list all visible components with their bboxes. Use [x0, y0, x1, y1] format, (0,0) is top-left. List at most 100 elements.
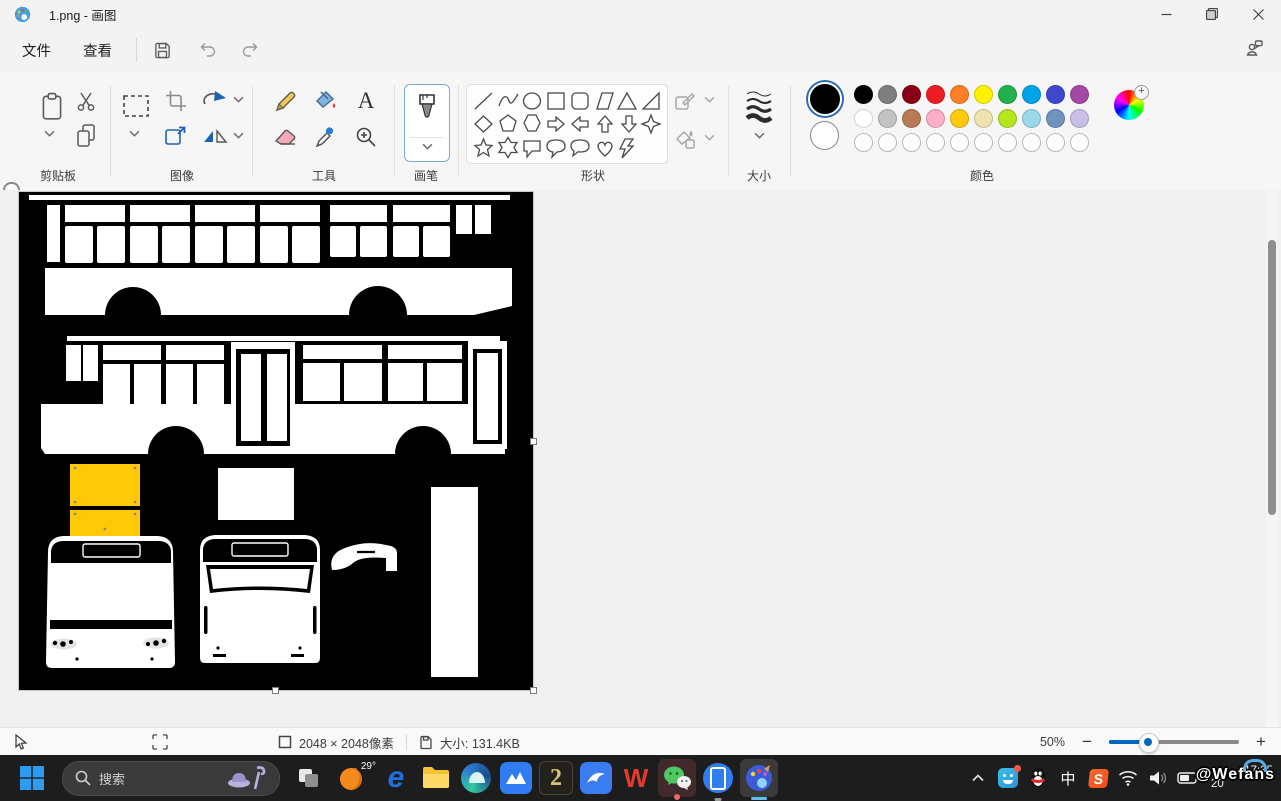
shape-outline-button[interactable]: [672, 88, 698, 114]
palette-color-swatch[interactable]: [950, 109, 969, 128]
tray-qq[interactable]: [1025, 763, 1051, 793]
eraser-tool[interactable]: [270, 122, 302, 152]
palette-empty-slot[interactable]: [1046, 133, 1065, 152]
edit-colors-button[interactable]: +: [1114, 90, 1144, 120]
select-button[interactable]: [118, 90, 154, 122]
palette-empty-slot[interactable]: [902, 133, 921, 152]
shape-outline-dropdown[interactable]: [704, 96, 715, 103]
resize-button[interactable]: [160, 120, 192, 152]
vertical-scrollbar-thumb[interactable]: [1268, 240, 1276, 515]
tray-wifi[interactable]: [1115, 763, 1141, 793]
color2-swatch[interactable]: [810, 121, 839, 150]
taskbar-app-xunlei[interactable]: [576, 758, 616, 798]
cut-button[interactable]: [70, 86, 102, 116]
taskbar-app-mountain[interactable]: [496, 758, 536, 798]
zoom-slider[interactable]: [1109, 740, 1239, 744]
shape-fill-dropdown[interactable]: [704, 134, 715, 141]
color1-swatch-selected[interactable]: [808, 82, 842, 116]
feedback-button[interactable]: [1237, 33, 1271, 63]
vertical-scrollbar[interactable]: [1266, 190, 1278, 727]
palette-color-swatch[interactable]: [950, 85, 969, 104]
save-button[interactable]: [145, 35, 179, 65]
paste-button[interactable]: [34, 88, 70, 126]
palette-color-swatch[interactable]: [1046, 109, 1065, 128]
size-dropdown[interactable]: [754, 132, 765, 139]
canvas-resize-handle-right[interactable]: [530, 438, 537, 445]
crop-button[interactable]: [160, 86, 192, 116]
palette-empty-slot[interactable]: [878, 133, 897, 152]
flip-button[interactable]: [200, 122, 230, 152]
tray-sogou[interactable]: S: [1085, 763, 1111, 793]
palette-color-swatch[interactable]: [854, 85, 873, 104]
taskbar-app-edge[interactable]: [456, 758, 496, 798]
rotate-dropdown[interactable]: [233, 96, 244, 103]
palette-color-swatch[interactable]: [1022, 85, 1041, 104]
palette-color-swatch[interactable]: [854, 109, 873, 128]
widgets-weather-button[interactable]: 29°: [328, 758, 376, 798]
zoom-out-button[interactable]: −: [1079, 732, 1095, 752]
palette-color-swatch[interactable]: [878, 109, 897, 128]
restore-button[interactable]: [1189, 0, 1235, 28]
palette-color-swatch[interactable]: [1022, 109, 1041, 128]
rotate-button[interactable]: [200, 86, 230, 116]
palette-color-swatch[interactable]: [926, 109, 945, 128]
brush-button-selected[interactable]: [404, 84, 450, 162]
zoom-in-button[interactable]: +: [1253, 732, 1269, 752]
tray-volume[interactable]: [1145, 763, 1171, 793]
palette-color-swatch[interactable]: [878, 85, 897, 104]
palette-color-swatch[interactable]: [1070, 85, 1089, 104]
paste-dropdown[interactable]: [44, 130, 55, 137]
color-picker-tool[interactable]: [310, 122, 342, 152]
fill-tool[interactable]: [310, 86, 342, 116]
canvas-resize-handle-corner[interactable]: [530, 687, 537, 694]
start-button[interactable]: [12, 758, 52, 798]
palette-color-swatch[interactable]: [1046, 85, 1065, 104]
task-view-button[interactable]: [288, 758, 328, 798]
palette-color-swatch[interactable]: [974, 109, 993, 128]
menu-view[interactable]: 查看: [67, 34, 128, 67]
tray-expand-button[interactable]: [965, 763, 991, 793]
taskbar-app-paint-active[interactable]: [740, 759, 778, 797]
palette-color-swatch[interactable]: [974, 85, 993, 104]
palette-empty-slot[interactable]: [998, 133, 1017, 152]
tray-ime-indicator[interactable]: 中: [1055, 763, 1081, 793]
taskbar-app-wechat[interactable]: [658, 759, 696, 797]
flip-dropdown[interactable]: [233, 132, 244, 139]
pencil-tool[interactable]: [270, 86, 302, 116]
zoom-slider-thumb[interactable]: [1139, 733, 1159, 753]
close-button[interactable]: [1235, 0, 1281, 28]
palette-empty-slot[interactable]: [974, 133, 993, 152]
taskbar-app-game2[interactable]: 2: [536, 758, 576, 798]
search-box[interactable]: 搜索: [62, 761, 280, 796]
shapes-gallery[interactable]: [466, 84, 668, 164]
canvas-resize-handle-bottom[interactable]: [272, 687, 279, 694]
palette-empty-slot[interactable]: [926, 133, 945, 152]
palette-color-swatch[interactable]: [1070, 109, 1089, 128]
taskbar-app-2345-browser[interactable]: e: [376, 758, 416, 798]
shape-fill-button[interactable]: [672, 126, 698, 152]
select-dropdown[interactable]: [129, 130, 140, 137]
menu-file[interactable]: 文件: [6, 34, 67, 67]
chevron-down-icon[interactable]: [422, 143, 433, 150]
palette-color-swatch[interactable]: [902, 85, 921, 104]
size-button[interactable]: [741, 86, 777, 126]
text-tool[interactable]: A: [350, 86, 382, 116]
palette-color-swatch[interactable]: [902, 109, 921, 128]
palette-empty-slot[interactable]: [1022, 133, 1041, 152]
palette-empty-slot[interactable]: [854, 133, 873, 152]
canvas-bus-texture[interactable]: [19, 192, 533, 690]
palette-empty-slot[interactable]: [950, 133, 969, 152]
minimize-button[interactable]: [1143, 0, 1189, 28]
redo-button[interactable]: [233, 35, 267, 65]
copy-button[interactable]: [70, 120, 102, 152]
taskbar-app-file-explorer[interactable]: [416, 758, 456, 798]
palette-color-swatch[interactable]: [998, 85, 1017, 104]
tray-app-badge[interactable]: [995, 763, 1021, 793]
undo-button[interactable]: [191, 35, 225, 65]
palette-color-swatch[interactable]: [998, 109, 1017, 128]
taskbar-app-wps[interactable]: W: [616, 758, 656, 798]
palette-color-swatch[interactable]: [926, 85, 945, 104]
magnifier-tool[interactable]: [350, 122, 382, 152]
taskbar-app-phone-link[interactable]: [698, 758, 738, 798]
palette-empty-slot[interactable]: [1070, 133, 1089, 152]
